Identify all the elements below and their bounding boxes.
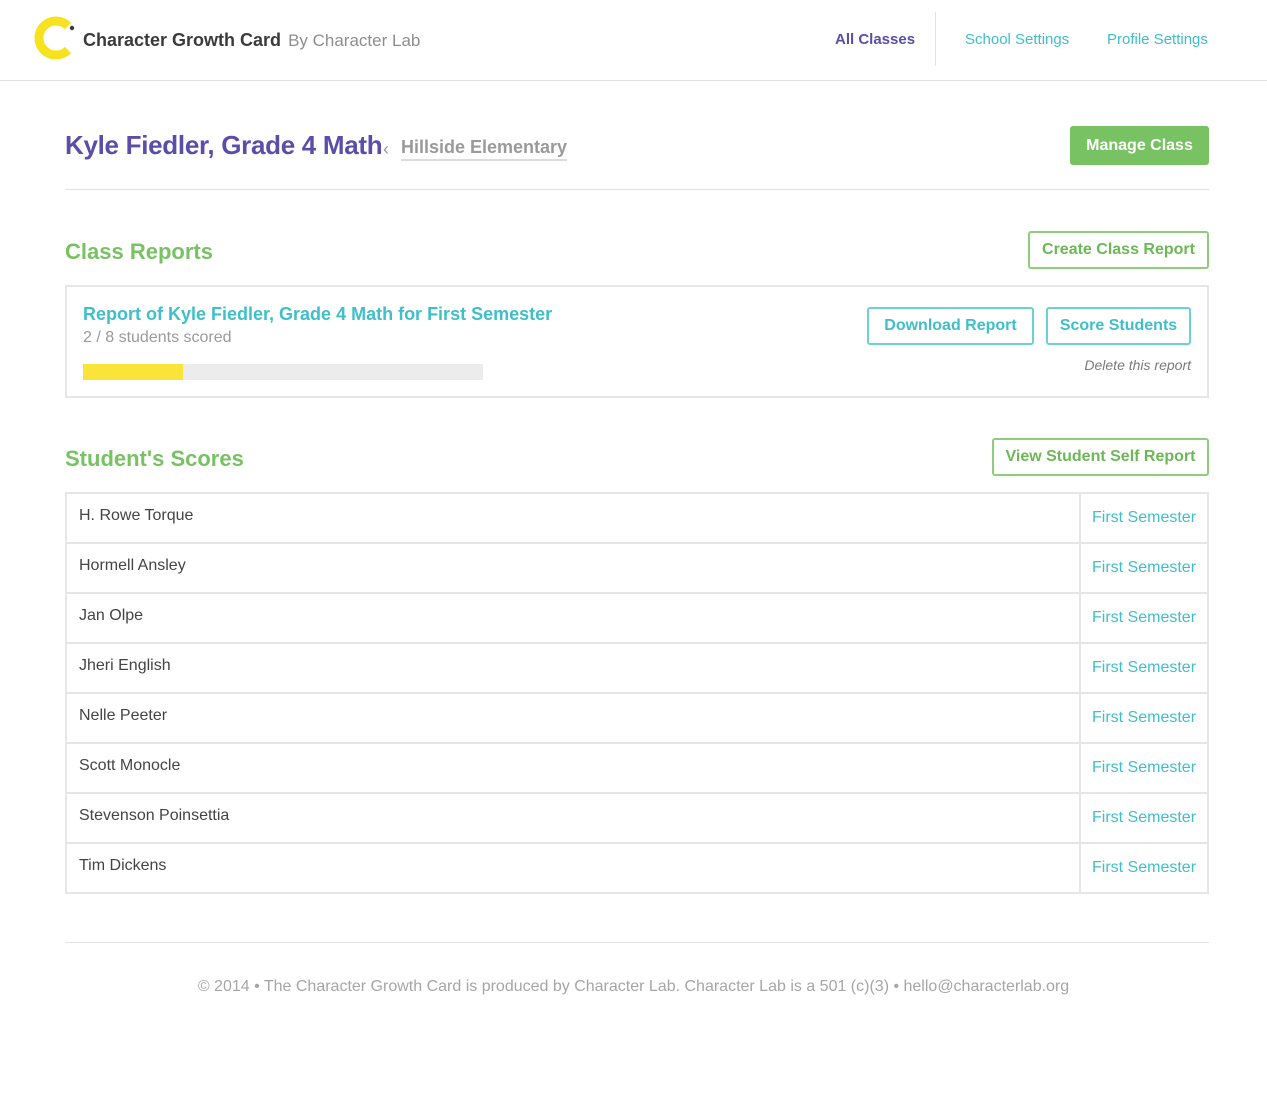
top-navigation-bar: Character Growth Card By Character Lab A… bbox=[0, 0, 1267, 81]
student-row: Hormell Ansley First Semester bbox=[67, 544, 1207, 594]
download-report-button[interactable]: Download Report bbox=[867, 307, 1034, 345]
students-scored-count: 2 / 8 students scored bbox=[83, 329, 232, 346]
scoring-progress-fill bbox=[83, 364, 183, 380]
students-table: H. Rowe Torque First Semester Hormell Ansl… bbox=[65, 492, 1209, 894]
nav-all-classes[interactable]: All Classes bbox=[835, 31, 915, 48]
student-name: Tim Dickens bbox=[79, 857, 167, 874]
student-row: Tim Dickens First Semester bbox=[67, 844, 1207, 894]
breadcrumb-school-link[interactable]: Hillside Elementary bbox=[401, 137, 568, 161]
score-students-button[interactable]: Score Students bbox=[1046, 307, 1191, 345]
title-divider bbox=[65, 189, 1209, 190]
app-name: Character Growth Card bbox=[83, 30, 282, 50]
by-line: By Character Lab bbox=[288, 31, 421, 50]
nav-divider bbox=[935, 12, 936, 66]
cell-divider bbox=[1079, 494, 1081, 542]
students-scores-heading: Student's Scores bbox=[65, 446, 244, 471]
nav-school-settings[interactable]: School Settings bbox=[965, 31, 1069, 48]
student-row: Jheri English First Semester bbox=[67, 644, 1207, 694]
footer-divider bbox=[65, 942, 1209, 943]
student-row: Nelle Peeter First Semester bbox=[67, 694, 1207, 744]
chevron-left-icon: ‹ bbox=[383, 139, 389, 159]
semester-score-link[interactable]: First Semester bbox=[1092, 809, 1196, 827]
semester-score-link[interactable]: First Semester bbox=[1092, 609, 1196, 627]
footer-copyright: © 2014 • The Character Growth Card is pr… bbox=[197, 978, 1070, 995]
cell-divider bbox=[1079, 544, 1081, 592]
delete-report-link[interactable]: Delete this report bbox=[1084, 357, 1191, 373]
semester-score-link[interactable]: First Semester bbox=[1092, 509, 1196, 527]
student-name: Hormell Ansley bbox=[79, 557, 186, 574]
report-card: Report of Kyle Fiedler, Grade 4 Math for… bbox=[65, 285, 1209, 398]
cell-divider bbox=[1079, 694, 1081, 742]
cell-divider bbox=[1079, 594, 1081, 642]
student-name: Stevenson Poinsettia bbox=[79, 807, 230, 824]
brand-title[interactable]: Character Growth Card By Character Lab bbox=[83, 30, 420, 51]
student-name: Nelle Peeter bbox=[79, 707, 168, 724]
semester-score-link[interactable]: First Semester bbox=[1092, 759, 1196, 777]
semester-score-link[interactable]: First Semester bbox=[1092, 559, 1196, 577]
create-class-report-button[interactable]: Create Class Report bbox=[1028, 231, 1209, 269]
nav-profile-settings[interactable]: Profile Settings bbox=[1107, 31, 1208, 48]
view-student-self-report-button[interactable]: View Student Self Report bbox=[992, 438, 1209, 476]
student-row: Stevenson Poinsettia First Semester bbox=[67, 794, 1207, 844]
report-title-link[interactable]: Report of Kyle Fiedler, Grade 4 Math for… bbox=[83, 304, 552, 325]
semester-score-link[interactable]: First Semester bbox=[1092, 659, 1196, 677]
cell-divider bbox=[1079, 844, 1081, 892]
cell-divider bbox=[1079, 794, 1081, 842]
student-name: Scott Monocle bbox=[79, 757, 181, 774]
manage-class-button[interactable]: Manage Class bbox=[1070, 126, 1209, 165]
student-row: Jan Olpe First Semester bbox=[67, 594, 1207, 644]
student-name: Jan Olpe bbox=[79, 607, 144, 624]
student-row: H. Rowe Torque First Semester bbox=[67, 494, 1207, 544]
page-title: Kyle Fiedler, Grade 4 Math bbox=[65, 130, 383, 160]
class-reports-heading: Class Reports bbox=[65, 239, 213, 264]
semester-score-link[interactable]: First Semester bbox=[1092, 859, 1196, 877]
cell-divider bbox=[1079, 744, 1081, 792]
cell-divider bbox=[1079, 644, 1081, 692]
character-lab-logo-icon[interactable] bbox=[34, 16, 78, 60]
semester-score-link[interactable]: First Semester bbox=[1092, 709, 1196, 727]
student-name: Jheri English bbox=[79, 657, 171, 674]
student-name: H. Rowe Torque bbox=[79, 507, 194, 524]
scoring-progress-bar bbox=[83, 364, 483, 380]
student-row: Scott Monocle First Semester bbox=[67, 744, 1207, 794]
